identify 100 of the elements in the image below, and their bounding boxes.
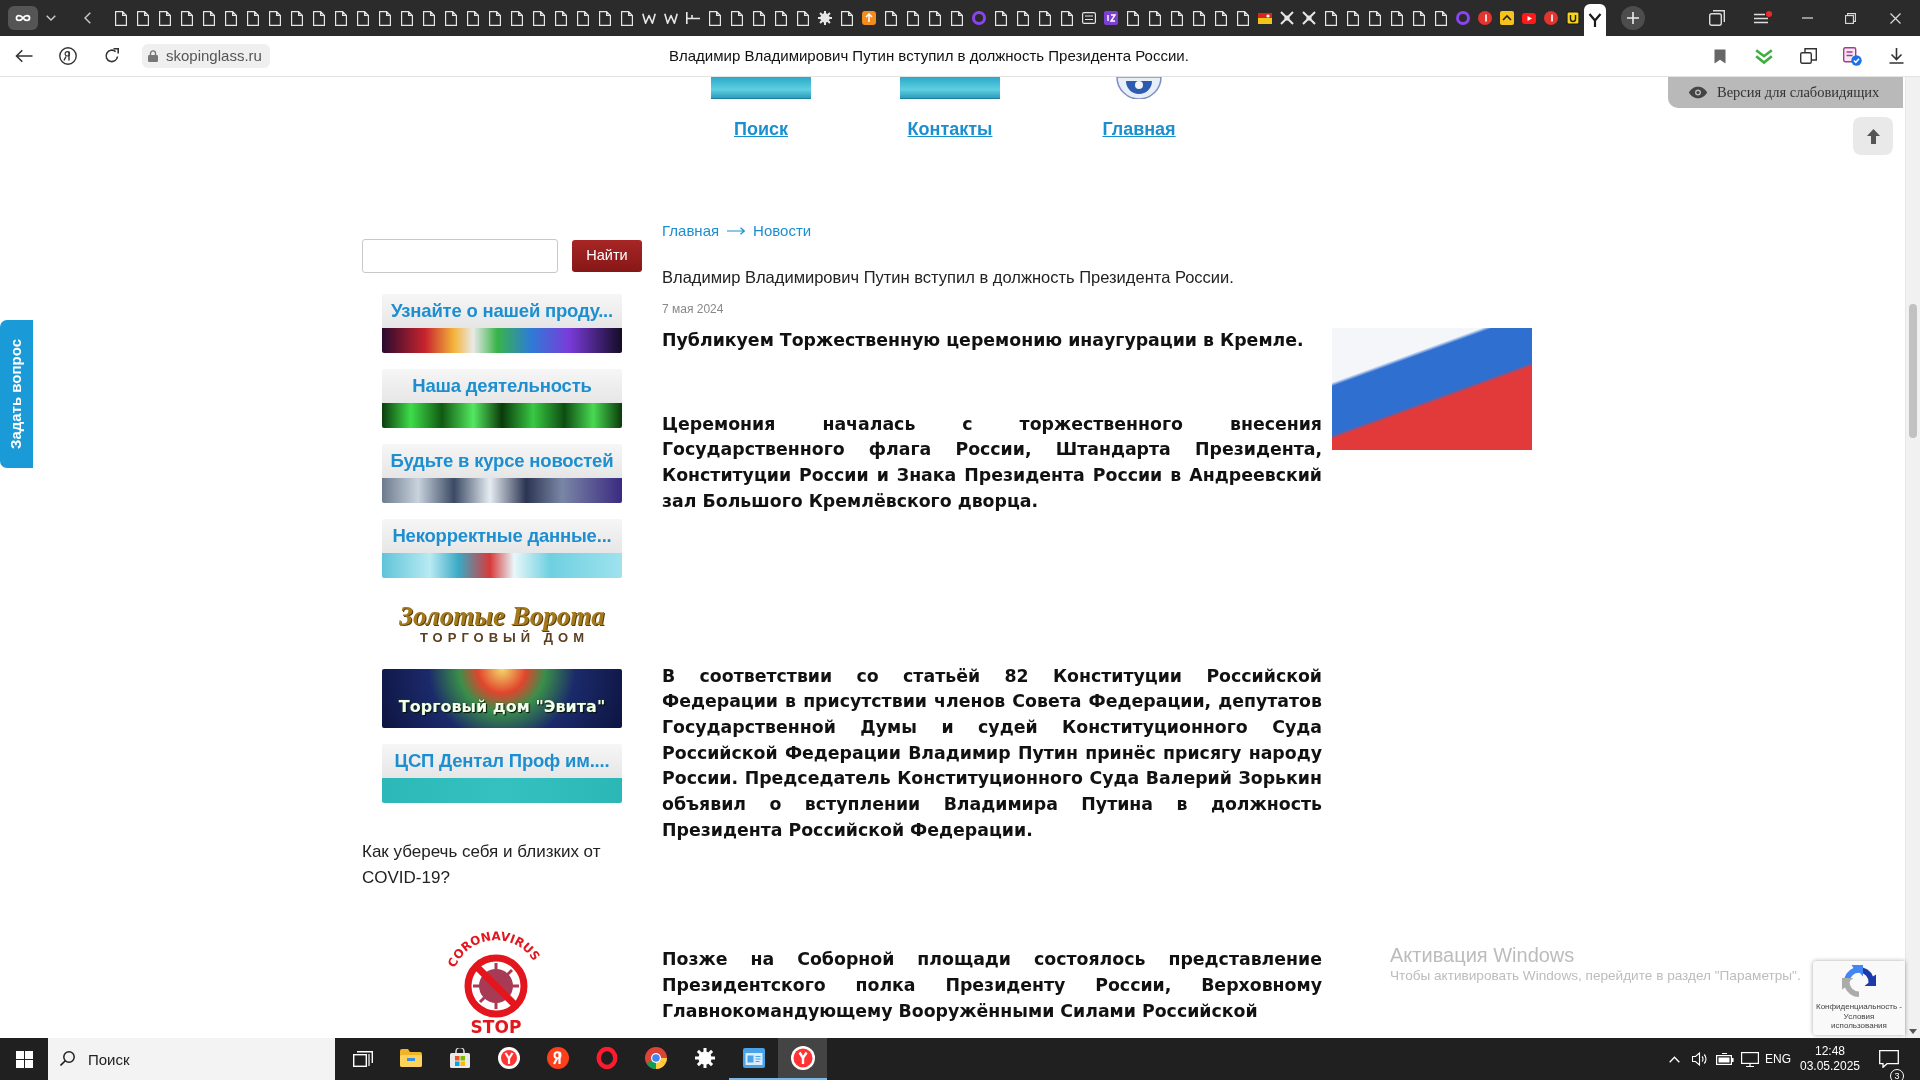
copy-icon[interactable] — [1799, 48, 1817, 64]
windows-icon[interactable] — [15, 1050, 33, 1068]
chevron-up-icon[interactable] — [1669, 1055, 1680, 1063]
breadcrumb-link[interactable]: Главная — [662, 222, 720, 240]
restore-icon[interactable] — [1845, 12, 1856, 24]
article-paragraph: Публикуем Торжественную церемонию инаугурации в Кремле. — [662, 329, 1305, 352]
square-icon — [1566, 11, 1580, 25]
menu-icon[interactable] — [1754, 11, 1772, 25]
bookmark-icon[interactable] — [1714, 48, 1726, 64]
nav-link[interactable]: Контакты — [907, 118, 993, 140]
page-icon — [995, 10, 1007, 26]
close-icon[interactable] — [1890, 12, 1901, 24]
article-paragraph: Церемония началась с торжественного внесения Государственного флага России, Штандарта Президента, Конституции России и Знака Президента России в Андреевский зал Большого Кремлёвского дворца. — [662, 412, 1322, 513]
double-chevron-icon[interactable] — [1755, 48, 1773, 64]
ring-icon — [972, 11, 986, 25]
page-icon — [401, 10, 413, 26]
address-field[interactable]: skopinglass.ru — [142, 44, 270, 68]
bar-icon — [686, 12, 700, 24]
logo-icon[interactable] — [59, 47, 77, 65]
back-icon[interactable] — [15, 49, 33, 63]
article-paragraph: Позже на Соборной площади состоялось представление Президентского полка Президенту России, Верховному Главнокомандующему Вооружёнными Силами Российской — [662, 948, 1322, 1023]
search-button[interactable]: Найти — [572, 240, 642, 272]
page-icon — [1149, 10, 1161, 26]
clock-time[interactable]: 12:48 — [1815, 1044, 1845, 1059]
taskbar-app[interactable] — [778, 1038, 827, 1080]
chevron-down-icon[interactable] — [46, 15, 56, 21]
monitor-icon[interactable] — [1740, 1051, 1759, 1067]
browser-tab[interactable] — [1584, 4, 1606, 36]
circle-icon — [790, 1046, 815, 1070]
activation-text: Чтобы активировать Windows, перейдите в раздел "Параметры". — [1390, 967, 1801, 985]
nav-image[interactable] — [711, 77, 811, 99]
lock-icon — [148, 50, 158, 62]
page-icon — [269, 10, 281, 26]
search-field[interactable] — [362, 239, 558, 273]
badge-label: STOP — [470, 1017, 522, 1036]
circle-icon — [1544, 11, 1558, 25]
reload-icon[interactable] — [104, 48, 120, 64]
page-icon — [1435, 10, 1447, 26]
page-icon — [159, 10, 171, 26]
notification-icon[interactable] — [1879, 1050, 1899, 1068]
banner-link[interactable]: Торговый дом "Эвита" — [382, 669, 622, 728]
nav-link[interactable]: Поиск — [734, 118, 788, 140]
scroll-down-icon[interactable] — [1909, 1029, 1917, 1034]
extension-icon[interactable] — [1842, 46, 1862, 66]
card-icon — [1082, 12, 1096, 24]
zigzag-icon — [664, 12, 678, 24]
ask-question-tab[interactable]: Задать вопрос — [0, 320, 33, 468]
task-view-icon[interactable] — [353, 1051, 373, 1067]
window-icon — [742, 1048, 765, 1068]
language-indicator[interactable]: ENG — [1762, 1050, 1794, 1068]
clock-date[interactable]: 03.05.2025 — [1799, 1059, 1861, 1074]
zigzag-icon — [642, 12, 656, 24]
page-icon — [489, 10, 501, 26]
speaker-icon[interactable] — [1691, 1052, 1708, 1066]
page-icon — [445, 10, 457, 26]
nav-link[interactable]: Главная — [1102, 118, 1176, 140]
eye-icon — [1688, 86, 1708, 99]
page-icon — [313, 10, 325, 26]
emblem-icon[interactable] — [1116, 77, 1162, 99]
page-icon — [1237, 10, 1249, 26]
page-icon — [533, 10, 545, 26]
gear-icon — [694, 1048, 715, 1068]
page-icon — [181, 10, 193, 26]
breadcrumb-link[interactable]: Новости — [753, 222, 812, 240]
page-icon — [467, 10, 479, 26]
battery-icon[interactable] — [1715, 1053, 1734, 1065]
download-icon[interactable] — [1888, 48, 1904, 64]
play-icon — [1522, 12, 1536, 24]
scroll-top-button[interactable] — [1853, 117, 1893, 155]
accessibility-button[interactable]: Версия для слабовидящих — [1668, 77, 1903, 108]
recaptcha-links[interactable]: Конфиденциальность - Условия использования — [1815, 1002, 1903, 1031]
page-icon — [291, 10, 303, 26]
page-icon — [555, 10, 567, 26]
page-icon — [951, 10, 963, 26]
page-icon — [775, 10, 787, 26]
page-icon — [599, 10, 611, 26]
circle-icon — [546, 1047, 569, 1069]
page-icon — [929, 10, 941, 26]
infinity-icon[interactable] — [8, 6, 38, 30]
scrollbar-thumb[interactable] — [1909, 304, 1917, 438]
tab-list-icon[interactable] — [1709, 10, 1725, 26]
activation-title: Активация Windows — [1390, 943, 1576, 967]
y-shape-icon — [1588, 13, 1602, 27]
scrollbar[interactable] — [1905, 77, 1920, 1038]
taskbar-search-field[interactable]: Поиск — [48, 1038, 335, 1080]
page-icon — [1215, 10, 1227, 26]
page-icon — [1413, 10, 1425, 26]
page-icon — [577, 10, 589, 26]
gear-icon — [818, 11, 832, 25]
plus-icon[interactable] — [1621, 6, 1645, 30]
notification-count: 3 — [1890, 1069, 1904, 1080]
chevron-left-icon[interactable] — [84, 12, 91, 24]
article-link[interactable]: Как уберечь себя и близких от COVID-19? — [362, 839, 642, 891]
nav-image[interactable] — [900, 77, 1000, 99]
page-icon — [423, 10, 435, 26]
page-icon — [797, 10, 809, 26]
page-icon — [1369, 10, 1381, 26]
cross-icon — [1280, 11, 1294, 25]
square-icon — [862, 11, 876, 25]
flag-icon — [1258, 12, 1272, 24]
